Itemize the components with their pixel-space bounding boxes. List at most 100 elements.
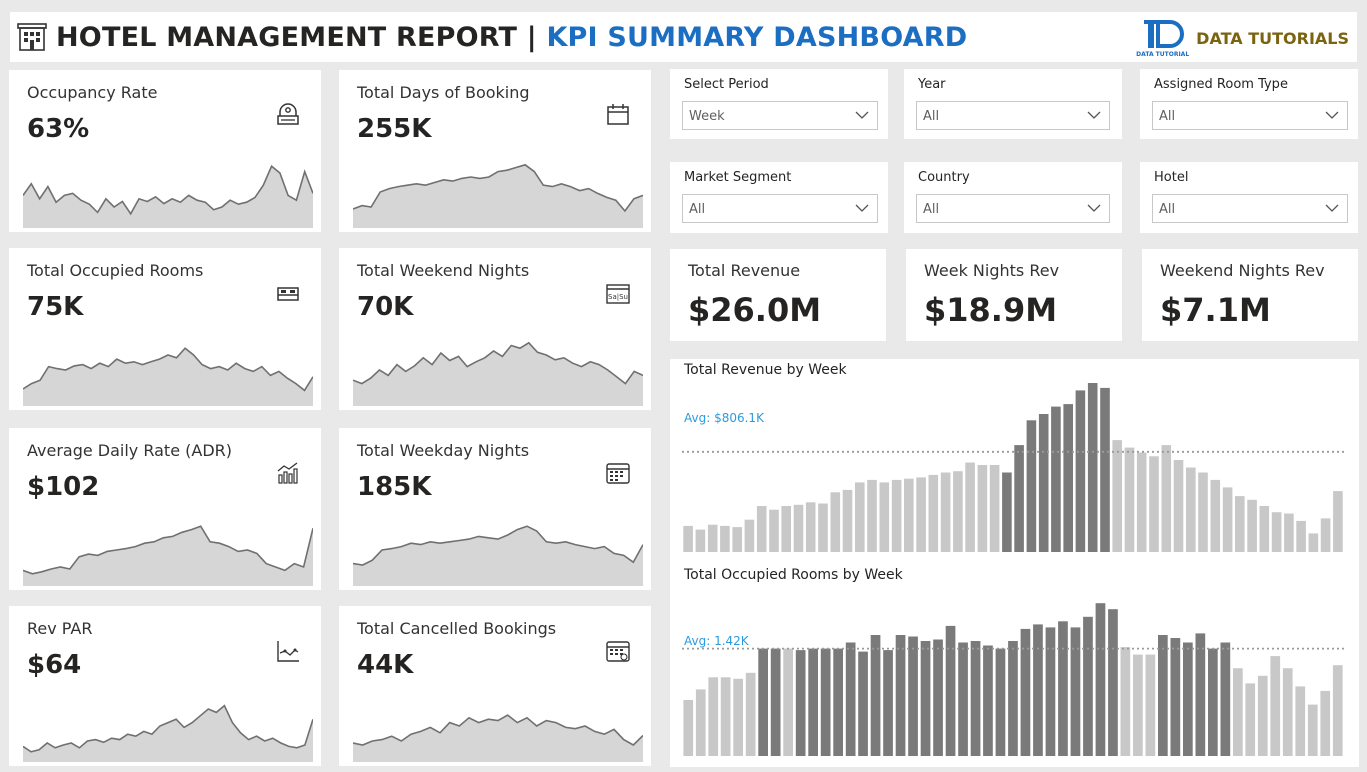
bar[interactable] bbox=[720, 677, 731, 756]
bar[interactable] bbox=[745, 672, 756, 756]
room-type-dropdown[interactable]: All bbox=[1152, 101, 1348, 130]
bar[interactable] bbox=[805, 502, 816, 552]
bar[interactable] bbox=[1259, 506, 1270, 552]
bar[interactable] bbox=[830, 492, 841, 552]
bar[interactable] bbox=[1320, 690, 1331, 756]
bar[interactable] bbox=[1108, 609, 1118, 756]
revenue-by-week-chart[interactable] bbox=[682, 376, 1344, 552]
card-weekend-nights-rev[interactable]: Weekend Nights Rev $7.1M bbox=[1142, 249, 1358, 341]
bar[interactable] bbox=[808, 648, 818, 756]
bar[interactable] bbox=[1045, 627, 1056, 756]
brand[interactable]: DATA TUTORIAL DATA TUTORIALS bbox=[1136, 18, 1349, 58]
bar[interactable] bbox=[965, 462, 975, 553]
bar[interactable] bbox=[708, 677, 719, 756]
bar[interactable] bbox=[1051, 406, 1061, 552]
bar[interactable] bbox=[1245, 683, 1256, 756]
bar[interactable] bbox=[795, 650, 806, 756]
country-dropdown[interactable]: All bbox=[916, 194, 1110, 223]
kpi-card-total-weekend-nights[interactable]: Total Weekend Nights 70K Sa|Su bbox=[339, 248, 651, 410]
bar[interactable] bbox=[995, 648, 1006, 756]
bar[interactable] bbox=[733, 678, 743, 756]
bar[interactable] bbox=[1124, 447, 1135, 552]
card-total-revenue[interactable]: Total Revenue $26.0M bbox=[670, 249, 886, 341]
bar[interactable] bbox=[1133, 654, 1143, 756]
bar[interactable] bbox=[933, 639, 943, 757]
bar[interactable] bbox=[842, 489, 853, 552]
bar[interactable] bbox=[1195, 633, 1206, 756]
bar[interactable] bbox=[1186, 467, 1196, 553]
bar[interactable] bbox=[920, 641, 931, 756]
bar[interactable] bbox=[1075, 390, 1086, 552]
bar[interactable] bbox=[879, 482, 890, 552]
bar[interactable] bbox=[1170, 638, 1181, 756]
bar[interactable] bbox=[845, 642, 856, 757]
bar[interactable] bbox=[870, 635, 881, 756]
bar[interactable] bbox=[820, 648, 831, 756]
bar[interactable] bbox=[1038, 414, 1049, 552]
bar[interactable] bbox=[1014, 445, 1024, 552]
kpi-card-rev-par[interactable]: Rev PAR $64 bbox=[9, 606, 321, 766]
bar[interactable] bbox=[1149, 456, 1159, 552]
kpi-card-average-daily-rate[interactable]: Average Daily Rate (ADR) $102 bbox=[9, 428, 321, 590]
bar[interactable] bbox=[883, 650, 893, 756]
bar[interactable] bbox=[769, 509, 779, 552]
bar[interactable] bbox=[1284, 513, 1294, 553]
bar[interactable] bbox=[1002, 472, 1012, 553]
bar[interactable] bbox=[1120, 647, 1131, 756]
kpi-card-occupancy-rate[interactable]: Occupancy Rate 63% bbox=[9, 70, 321, 232]
bar[interactable] bbox=[928, 474, 939, 552]
bar[interactable] bbox=[781, 506, 791, 552]
bar[interactable] bbox=[1308, 533, 1319, 552]
kpi-card-total-cancelled-bookings[interactable]: Total Cancelled Bookings 44K bbox=[339, 606, 651, 766]
bar[interactable] bbox=[1058, 621, 1068, 756]
occupied-rooms-by-week-chart[interactable] bbox=[682, 580, 1344, 756]
bar[interactable] bbox=[683, 525, 693, 552]
card-week-nights-rev[interactable]: Week Nights Rev $18.9M bbox=[906, 249, 1122, 341]
slicer-country[interactable]: Country All bbox=[904, 162, 1122, 233]
kpi-card-total-days-of-booking[interactable]: Total Days of Booking 255K bbox=[339, 70, 651, 232]
bar[interactable] bbox=[1183, 642, 1193, 757]
bar[interactable] bbox=[1295, 686, 1306, 756]
bar[interactable] bbox=[958, 642, 968, 757]
bar[interactable] bbox=[1333, 491, 1343, 552]
slicer-market-segment[interactable]: Market Segment All bbox=[670, 162, 888, 233]
bar[interactable] bbox=[1222, 487, 1233, 552]
bar[interactable] bbox=[1271, 512, 1282, 552]
bar[interactable] bbox=[989, 465, 1000, 552]
bar[interactable] bbox=[695, 689, 706, 756]
bar[interactable] bbox=[1112, 440, 1122, 552]
bar[interactable] bbox=[1320, 518, 1331, 552]
bar[interactable] bbox=[818, 503, 828, 553]
bar[interactable] bbox=[1282, 668, 1293, 756]
bar[interactable] bbox=[891, 479, 902, 552]
bar[interactable] bbox=[1257, 675, 1268, 756]
bar[interactable] bbox=[1270, 656, 1281, 756]
bar[interactable] bbox=[1070, 627, 1081, 756]
bar[interactable] bbox=[908, 636, 918, 757]
bar[interactable] bbox=[1095, 603, 1106, 756]
slicer-assigned-room-type[interactable]: Assigned Room Type All bbox=[1140, 69, 1358, 139]
slicer-hotel[interactable]: Hotel All bbox=[1140, 162, 1358, 233]
bar[interactable] bbox=[1100, 387, 1110, 552]
kpi-card-total-occupied-rooms[interactable]: Total Occupied Rooms 75K bbox=[9, 248, 321, 410]
bar[interactable] bbox=[867, 479, 877, 552]
bar[interactable] bbox=[983, 645, 993, 757]
bar[interactable] bbox=[940, 472, 951, 553]
bar[interactable] bbox=[732, 527, 742, 552]
bar[interactable] bbox=[1083, 616, 1093, 756]
bar[interactable] bbox=[1161, 445, 1172, 552]
bar[interactable] bbox=[1008, 641, 1018, 756]
bar[interactable] bbox=[855, 482, 865, 552]
bar[interactable] bbox=[1063, 404, 1073, 552]
bar[interactable] bbox=[1033, 624, 1043, 756]
bar[interactable] bbox=[793, 504, 804, 552]
bar[interactable] bbox=[977, 465, 988, 552]
bar[interactable] bbox=[1235, 496, 1245, 552]
bar[interactable] bbox=[858, 651, 868, 756]
bar[interactable] bbox=[1247, 499, 1257, 552]
bar[interactable] bbox=[916, 477, 926, 552]
bar[interactable] bbox=[895, 635, 906, 756]
bar[interactable] bbox=[695, 529, 706, 552]
slicer-year[interactable]: Year All bbox=[904, 69, 1122, 139]
bar[interactable] bbox=[720, 525, 730, 552]
